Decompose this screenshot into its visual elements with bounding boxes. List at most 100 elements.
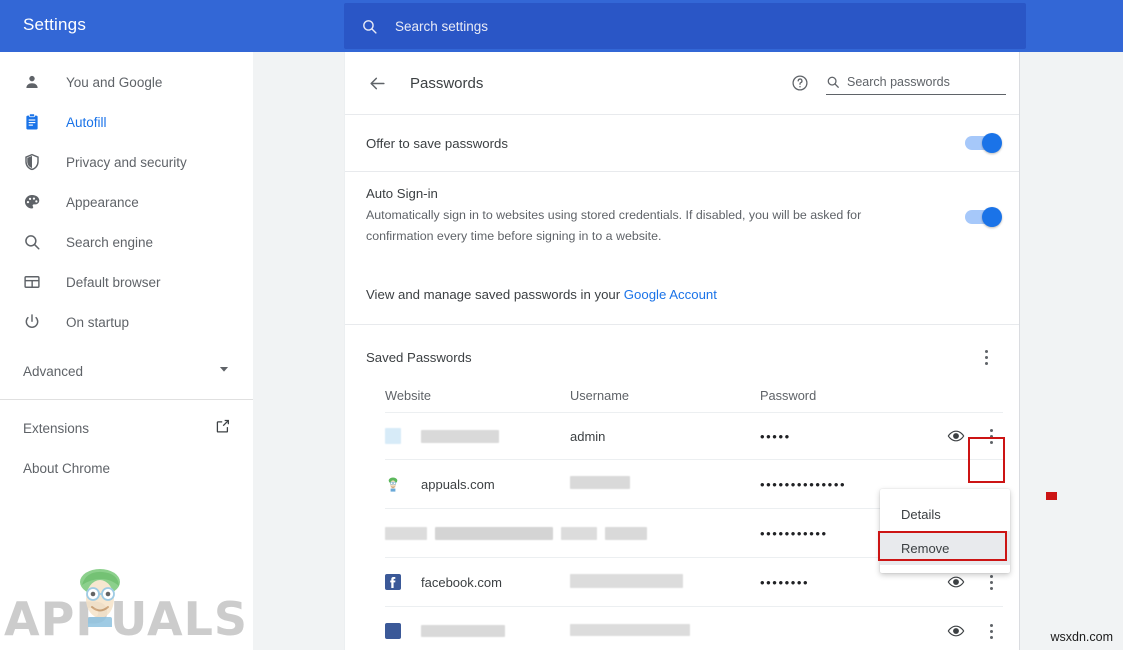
top-bar: Settings Search settings — [0, 0, 1123, 52]
setting-title: Offer to save passwords — [366, 136, 925, 151]
chrome-settings-window: Settings Search settings You and Google — [0, 0, 1123, 650]
sidebar-item-search-engine[interactable]: Search engine — [0, 222, 253, 262]
sidebar-item-about-chrome[interactable]: About Chrome — [0, 448, 253, 488]
toggle-knob — [982, 133, 1002, 153]
sidebar-item-label: Privacy and security — [66, 155, 187, 170]
redacted-username — [570, 624, 690, 636]
search-settings-placeholder: Search settings — [395, 19, 488, 34]
saved-passwords-title: Saved Passwords — [366, 350, 974, 365]
website-text: appuals.com — [421, 477, 495, 492]
setting-auto-signin: Auto Sign-in Automatically sign in to we… — [345, 171, 1019, 261]
person-icon — [23, 73, 45, 91]
redacted-website — [385, 527, 427, 540]
search-settings-field[interactable]: Search settings — [344, 3, 1026, 49]
cell-website: appuals.com — [385, 476, 570, 492]
browser-window-icon — [23, 273, 45, 291]
page-header-actions: Search passwords — [788, 70, 1006, 95]
column-header-username: Username — [570, 388, 760, 403]
manage-text: View and manage saved passwords in your — [366, 287, 624, 302]
back-arrow-icon[interactable] — [364, 70, 390, 96]
power-icon — [23, 313, 45, 331]
menu-item-remove[interactable]: Remove — [880, 531, 1010, 565]
page-title: Passwords — [410, 75, 483, 92]
app-title: Settings — [23, 15, 86, 35]
chevron-down-icon — [217, 362, 231, 381]
annotation-right-edge-marker — [1046, 492, 1057, 500]
redacted-website-2 — [435, 527, 553, 540]
menu-item-details[interactable]: Details — [880, 497, 1010, 531]
facebook-favicon — [385, 574, 401, 590]
setting-description: Automatically sign in to websites using … — [366, 205, 895, 247]
column-header-website: Website — [385, 388, 570, 403]
sidebar-item-you-and-google[interactable]: You and Google — [0, 62, 253, 102]
search-icon — [826, 75, 840, 89]
sidebar-item-label: Appearance — [66, 195, 139, 210]
setting-offer-to-save: Offer to save passwords — [345, 114, 1019, 171]
cell-username — [570, 476, 760, 492]
sidebar-item-on-startup[interactable]: On startup — [0, 302, 253, 342]
redacted-username — [570, 476, 630, 489]
search-icon — [23, 233, 45, 251]
redacted-username-2 — [605, 527, 647, 540]
sidebar-advanced-label: Advanced — [23, 364, 217, 379]
palette-icon — [23, 193, 45, 211]
cell-username: admin — [570, 429, 760, 444]
search-passwords-input[interactable]: Search passwords — [826, 70, 1006, 95]
cell-website — [385, 623, 570, 639]
cell-username — [570, 574, 760, 591]
page-header: Passwords Search passwords — [345, 52, 1019, 114]
sidebar-item-label: Search engine — [66, 235, 153, 250]
sidebar-item-extensions[interactable]: Extensions — [0, 408, 253, 448]
row-overflow-menu-icon[interactable] — [979, 619, 1003, 643]
sidebar-item-label: Default browser — [66, 275, 161, 290]
sidebar-item-privacy-and-security[interactable]: Privacy and security — [0, 142, 253, 182]
sidebar-item-autofill[interactable]: Autofill — [0, 102, 253, 142]
sidebar-item-label: You and Google — [66, 75, 162, 90]
help-circle-icon[interactable] — [788, 71, 812, 95]
cell-password: •••••••• — [760, 575, 943, 590]
eye-icon[interactable] — [943, 423, 969, 449]
table-row[interactable]: admin ••••• — [385, 412, 1003, 459]
offer-to-save-toggle[interactable] — [965, 136, 999, 150]
search-icon — [361, 18, 378, 35]
redacted-username — [561, 527, 597, 540]
column-header-password: Password — [760, 388, 1003, 403]
clipboard-icon — [23, 113, 45, 131]
auto-signin-toggle[interactable] — [965, 210, 999, 224]
sidebar-item-label: On startup — [66, 315, 129, 330]
table-row[interactable] — [385, 606, 1003, 650]
passwords-panel: Passwords Search passwords — [344, 52, 1020, 650]
search-passwords-placeholder: Search passwords — [847, 75, 950, 89]
setting-title: Auto Sign-in — [366, 186, 895, 201]
shield-icon — [23, 153, 45, 171]
sidebar-item-advanced[interactable]: Advanced — [0, 351, 253, 391]
setting-text: Offer to save passwords — [366, 136, 965, 151]
sidebar-item-label: Autofill — [66, 115, 107, 130]
row-overflow-menu-icon[interactable] — [979, 570, 1003, 594]
redacted-username — [570, 574, 683, 588]
appuals-mascot-icon — [72, 565, 128, 632]
eye-icon[interactable] — [943, 618, 969, 644]
cell-website — [385, 428, 570, 444]
saved-passwords-overflow-menu-icon[interactable] — [974, 346, 998, 370]
wsxdn-watermark: wsxdn.com — [1050, 630, 1113, 644]
table-header-row: Website Username Password — [385, 378, 1003, 412]
redacted-website — [421, 625, 505, 637]
redacted-website — [421, 430, 499, 443]
row-context-menu: Details Remove — [880, 489, 1010, 573]
website-text: facebook.com — [421, 575, 502, 590]
sidebar-item-appearance[interactable]: Appearance — [0, 182, 253, 222]
sidebar-divider — [0, 399, 253, 400]
sidebar-about-label: About Chrome — [23, 461, 231, 476]
sidebar-extensions-label: Extensions — [23, 421, 215, 436]
sidebar: You and Google Autofill P — [0, 52, 253, 650]
sidebar-item-default-browser[interactable]: Default browser — [0, 262, 253, 302]
toggle-knob — [982, 207, 1002, 227]
saved-passwords-header: Saved Passwords — [345, 324, 1019, 378]
manage-passwords-row: View and manage saved passwords in your … — [345, 261, 1019, 324]
google-account-link[interactable]: Google Account — [624, 287, 717, 302]
row-overflow-menu-icon[interactable] — [979, 424, 1003, 448]
cell-website — [385, 527, 760, 540]
generic-favicon — [385, 623, 401, 639]
cell-password: ••••• — [760, 429, 943, 444]
